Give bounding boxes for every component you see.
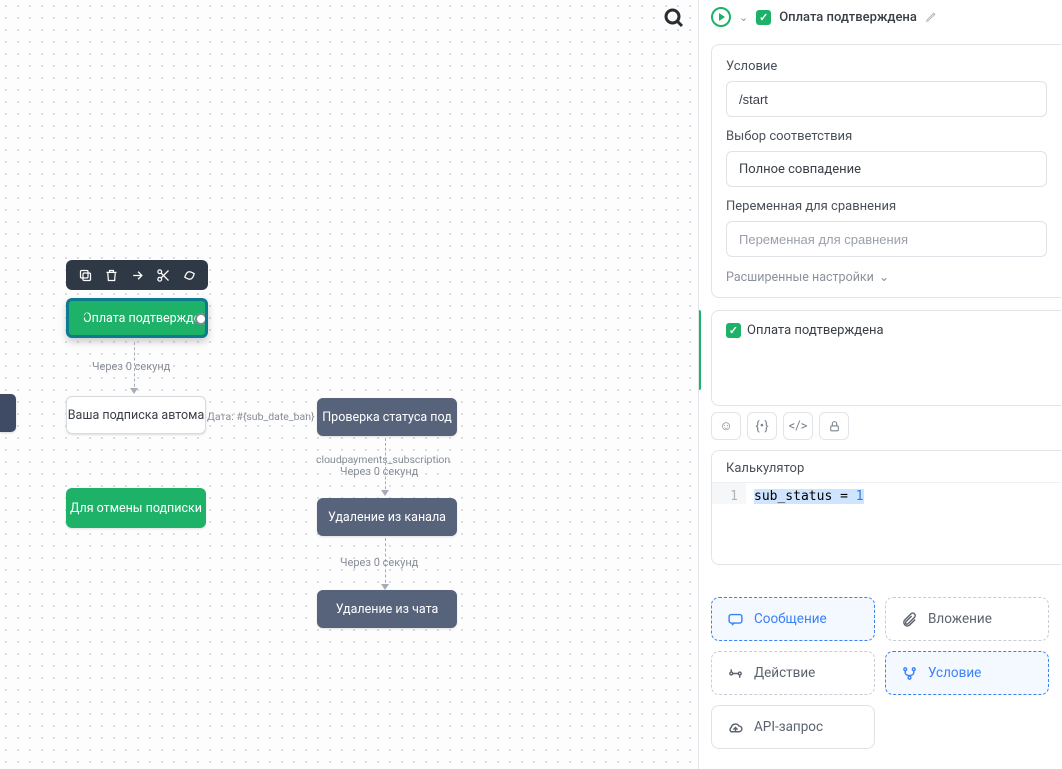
attachment-icon xyxy=(900,610,918,628)
node-label: Для отмены подписки xyxy=(70,501,202,516)
arrow-right-icon[interactable] xyxy=(126,264,148,286)
edge xyxy=(385,438,386,494)
chevron-down-icon: ⌄ xyxy=(879,269,889,285)
cloud-icon xyxy=(726,718,744,736)
node-label: Оплата подтвержде xyxy=(83,311,200,326)
add-message-button[interactable]: Сообщение xyxy=(711,597,875,641)
node-toolbar xyxy=(66,260,208,290)
condition-label: Условие xyxy=(726,59,1047,74)
trash-icon[interactable] xyxy=(100,264,122,286)
search-icon[interactable] xyxy=(660,4,688,32)
chevron-down-icon[interactable]: ⌄ xyxy=(739,11,748,24)
message-body[interactable]: ✓ Оплата подтверждена xyxy=(711,310,1061,406)
add-condition-button[interactable]: Условие xyxy=(885,651,1049,695)
advanced-toggle[interactable]: Расширенные настройки ⌄ xyxy=(726,269,1047,285)
node-label: Удаление из чата xyxy=(336,602,439,617)
edge-label-delay2: Через 0 секунд xyxy=(340,465,418,478)
calculator-card: Калькулятор 1 sub_status = 1 xyxy=(711,450,1061,565)
match-select[interactable]: Полное совпадение xyxy=(726,151,1047,187)
action-buttons: Сообщение Вложение Действие Условие API-… xyxy=(711,597,1062,749)
edge-label: Через 0 секунд xyxy=(92,360,170,373)
add-attachment-button[interactable]: Вложение xyxy=(885,597,1049,641)
edge-label-date: Дата: #{sub_date_ban} xyxy=(207,410,315,423)
node-port[interactable] xyxy=(195,313,207,325)
node-label: Проверка статуса под xyxy=(322,410,451,425)
node-remove-chat[interactable]: Удаление из чата xyxy=(317,590,457,628)
message-icon xyxy=(726,610,744,628)
add-action-button[interactable]: Действие xyxy=(711,651,875,695)
add-api-button[interactable]: API-запрос xyxy=(711,705,875,749)
code-text: sub_status = 1 xyxy=(746,483,872,504)
node-check-status[interactable]: Проверка статуса под xyxy=(317,398,457,436)
side-panel: ⌄ ✓ Оплата подтверждена Условие Выбор со… xyxy=(698,0,1062,769)
code-icon[interactable]: </> xyxy=(783,412,813,440)
arrow-down-icon xyxy=(130,388,138,394)
checkbox-icon: ✓ xyxy=(726,323,741,338)
panel-title: Оплата подтверждена xyxy=(779,10,917,25)
variable-label: Переменная для сравнения xyxy=(726,199,1047,214)
duplicate-icon[interactable] xyxy=(74,264,96,286)
partial-node-left[interactable] xyxy=(0,394,16,432)
pencil-icon[interactable] xyxy=(925,8,938,27)
lock-icon[interactable] xyxy=(819,412,849,440)
message-text: Оплата подтверждена xyxy=(747,323,884,338)
node-label: Ваша подписка автома xyxy=(68,408,205,423)
branch-icon xyxy=(900,664,918,682)
scissors-icon[interactable] xyxy=(152,264,174,286)
checkbox-icon: ✓ xyxy=(756,10,771,25)
edge-label-delay3: Через 0 секунд xyxy=(340,556,418,569)
node-sub-auto[interactable]: Ваша подписка автома xyxy=(66,396,206,434)
play-button[interactable] xyxy=(711,7,731,27)
share-icon[interactable] xyxy=(178,264,200,286)
node-payment-confirmed[interactable]: Оплата подтвержде xyxy=(66,298,208,338)
calculator-title: Калькулятор xyxy=(712,451,1061,482)
flow-canvas[interactable]: Оплата подтвержде Через 0 секунд Ваша по… xyxy=(0,0,698,769)
panel-header: ⌄ ✓ Оплата подтверждена xyxy=(699,2,1062,32)
condition-input[interactable] xyxy=(726,81,1047,117)
node-cancel-sub[interactable]: Для отмены подписки xyxy=(66,488,206,528)
action-icon xyxy=(726,664,744,682)
arrow-down-icon xyxy=(381,490,389,496)
message-card: ✓ Оплата подтверждена xyxy=(711,310,1061,406)
node-label: Удаление из канала xyxy=(328,510,446,525)
match-label: Выбор соответствия xyxy=(726,129,1047,144)
condition-section: Условие Выбор соответствия Полное совпад… xyxy=(711,44,1061,298)
line-number: 1 xyxy=(712,483,746,504)
drag-handle[interactable] xyxy=(698,310,701,390)
variable-input[interactable] xyxy=(726,221,1047,257)
code-editor[interactable]: 1 sub_status = 1 xyxy=(712,482,1061,564)
variable-insert-icon[interactable]: {•} xyxy=(747,412,777,440)
node-remove-channel[interactable]: Удаление из канала xyxy=(317,498,457,536)
emoji-icon[interactable]: ☺ xyxy=(711,412,741,440)
text-toolbar: ☺ {•} </> xyxy=(711,412,1062,440)
